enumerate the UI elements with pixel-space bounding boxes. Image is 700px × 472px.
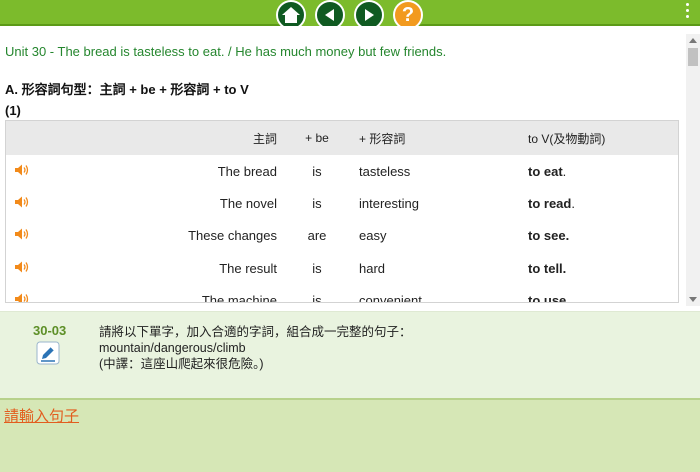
be-cell: is: [312, 260, 322, 276]
more-menu-icon[interactable]: [684, 2, 690, 20]
be-cell: are: [307, 228, 327, 244]
scroll-up-arrow-icon[interactable]: [689, 38, 697, 43]
speaker-icon[interactable]: [14, 227, 30, 244]
unit-title: Unit 30 - The bread is tasteless to eat.…: [5, 44, 447, 59]
adjective-cell: hard: [359, 260, 386, 276]
be-cell: is: [312, 163, 322, 179]
table-row: These changes are easy to see.: [6, 220, 678, 252]
forward-icon: [365, 9, 374, 21]
speaker-icon[interactable]: [14, 195, 30, 212]
to-v-cell: to read.: [528, 195, 575, 211]
table-row: The novel is interesting to read.: [6, 187, 678, 219]
scroll-down-arrow-icon[interactable]: [689, 297, 697, 302]
subject-cell: The machine: [201, 292, 277, 303]
header-subject: 主詞: [38, 121, 285, 155]
subject-cell: These changes: [188, 228, 277, 244]
table-header-row: 主詞 + be + 形容詞 to V(及物動詞): [6, 121, 678, 155]
subject-cell: The result: [219, 260, 277, 276]
enter-sentence-link[interactable]: 請輸入句子: [4, 405, 79, 426]
question-words: mountain/dangerous/climb: [99, 341, 246, 355]
sub-label: (1): [5, 103, 21, 118]
to-v-cell: to use.: [528, 292, 570, 303]
section-title: A. 形容詞句型：主詞 + be + 形容詞 + to V: [5, 82, 249, 97]
question-panel: 30-03 請將以下單字，加入合適的字詞，組合成一完整的句子： mountain…: [0, 311, 700, 399]
home-icon: [282, 7, 300, 23]
speaker-icon[interactable]: [14, 292, 30, 302]
question-instruction: 請將以下單字，加入合適的字詞，組合成一完整的句子：: [99, 325, 412, 339]
content-scrollbar[interactable]: [686, 34, 700, 306]
speaker-icon[interactable]: [14, 163, 30, 180]
to-v-cell: to tell.: [528, 260, 567, 276]
question-translation: (中譯：這座山爬起來很危險。): [99, 357, 264, 371]
subject-cell: The novel: [219, 195, 277, 211]
answer-panel: 請輸入句子: [0, 398, 700, 472]
table-row: The machine is convenient to use.: [6, 284, 678, 303]
table-row: The bread is tasteless to eat.: [6, 155, 678, 187]
adjective-cell: convenient: [359, 292, 422, 303]
edit-pencil-icon[interactable]: [36, 341, 60, 370]
to-v-cell: to see.: [528, 228, 570, 244]
adjective-cell: easy: [359, 228, 387, 244]
adjective-cell: tasteless: [359, 163, 411, 179]
adjective-cell: interesting: [359, 195, 419, 211]
to-v-cell: to eat.: [528, 163, 567, 179]
be-cell: is: [312, 195, 322, 211]
top-nav-bar: ?: [0, 0, 700, 32]
question-number: 30-03: [33, 323, 67, 338]
sentence-table: 主詞 + be + 形容詞 to V(及物動詞) The bread is ta…: [5, 120, 679, 303]
header-be: + be: [285, 121, 349, 155]
back-icon: [325, 9, 334, 21]
table-row: The result is hard to tell.: [6, 252, 678, 284]
lesson-content: Unit 30 - The bread is tasteless to eat.…: [0, 26, 700, 311]
subject-cell: The bread: [217, 163, 277, 179]
help-icon: ?: [401, 4, 415, 26]
speaker-icon[interactable]: [14, 260, 30, 277]
header-adjective: + 形容詞: [349, 121, 528, 155]
question-text: 請將以下單字，加入合適的字詞，組合成一完整的句子： mountain/dange…: [99, 324, 412, 372]
scroll-thumb[interactable]: [688, 48, 698, 66]
be-cell: is: [312, 292, 322, 303]
header-to-v: to V(及物動詞): [528, 121, 678, 155]
